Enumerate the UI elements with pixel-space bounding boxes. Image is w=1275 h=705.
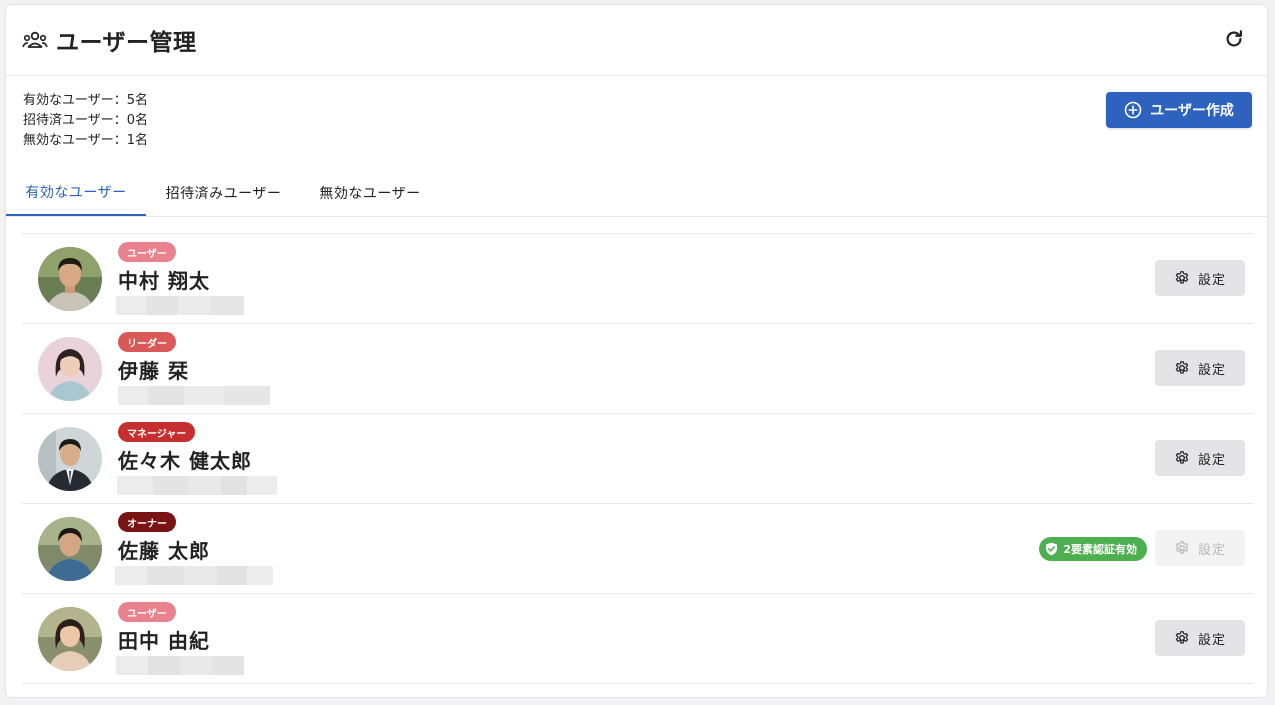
- gear-icon: [1175, 451, 1189, 464]
- avatar: [38, 607, 102, 671]
- role-badge: マネージャー: [118, 422, 196, 442]
- user-list: ユーザー 中村 翔太 設定 リーダー 伊藤 栞 設定 マネージャー 佐々木 健太…: [22, 233, 1253, 684]
- email-redacted: [117, 476, 277, 495]
- avatar: [38, 247, 102, 311]
- settings-button: 設定: [1155, 530, 1245, 566]
- email-redacted: [116, 656, 244, 675]
- user-name: 中村 翔太: [118, 269, 210, 293]
- user-row: オーナー 佐藤 太郎 2要素認証有効 設定: [22, 504, 1253, 594]
- user-name: 田中 由紀: [118, 629, 210, 653]
- settings-button[interactable]: 設定: [1155, 260, 1245, 296]
- invited-user-count: 招待済ユーザー：0名: [23, 113, 149, 128]
- tab-inactive-users[interactable]: 無効なユーザー: [301, 170, 439, 216]
- gear-icon: [1175, 361, 1189, 374]
- page-title: ユーザー管理: [56, 30, 197, 56]
- avatar: [38, 427, 102, 491]
- user-name: 伊藤 栞: [118, 359, 189, 383]
- group-icon: [22, 31, 48, 48]
- settings-button[interactable]: 設定: [1155, 350, 1245, 386]
- settings-label: 設定: [1197, 452, 1226, 468]
- user-row: ユーザー 中村 翔太 設定: [22, 234, 1253, 324]
- refresh-icon[interactable]: [1223, 28, 1245, 50]
- settings-button[interactable]: 設定: [1155, 620, 1245, 656]
- settings-label: 設定: [1197, 542, 1226, 558]
- add-circle-icon: [1124, 101, 1142, 119]
- user-row: ユーザー 田中 由紀 設定: [22, 594, 1253, 684]
- gear-icon: [1175, 631, 1189, 644]
- inactive-user-count: 無効なユーザー：1名: [23, 133, 149, 148]
- settings-button[interactable]: 設定: [1155, 440, 1245, 476]
- gear-icon: [1175, 541, 1189, 554]
- role-badge: ユーザー: [118, 242, 176, 262]
- mfa-label: 2要素認証有効: [1063, 543, 1137, 556]
- user-stats: 有効なユーザー：5名 招待済ユーザー：0名 無効なユーザー：1名: [23, 91, 148, 151]
- user-tabs: 有効なユーザー 招待済みユーザー 無効なユーザー: [6, 170, 1267, 217]
- user-row: マネージャー 佐々木 健太郎 設定: [22, 414, 1253, 504]
- settings-label: 設定: [1197, 632, 1226, 648]
- avatar: [38, 337, 102, 401]
- tab-active-users[interactable]: 有効なユーザー: [6, 170, 146, 216]
- email-redacted: [118, 386, 270, 405]
- role-badge: オーナー: [118, 512, 176, 532]
- shield-check-icon: [1046, 542, 1058, 556]
- settings-label: 設定: [1197, 272, 1226, 288]
- create-user-button[interactable]: ユーザー作成: [1106, 92, 1252, 128]
- role-badge: リーダー: [118, 332, 176, 352]
- tab-invited-users[interactable]: 招待済みユーザー: [146, 170, 301, 216]
- settings-label: 設定: [1197, 362, 1226, 378]
- user-management-card: ユーザー管理 有効なユーザー：5名 招待済ユーザー：0名 無効なユーザー：1名 …: [5, 4, 1268, 698]
- role-badge: ユーザー: [118, 602, 176, 622]
- mfa-enabled-badge: 2要素認証有効: [1039, 537, 1147, 561]
- email-redacted: [115, 566, 273, 585]
- card-header: ユーザー管理: [6, 5, 1267, 76]
- user-name: 佐々木 健太郎: [118, 449, 252, 473]
- avatar: [38, 517, 102, 581]
- create-user-label: ユーザー作成: [1150, 103, 1234, 119]
- user-row: リーダー 伊藤 栞 設定: [22, 324, 1253, 414]
- active-user-count: 有効なユーザー：5名: [23, 93, 149, 108]
- gear-icon: [1175, 271, 1189, 284]
- email-redacted: [116, 296, 244, 315]
- user-name: 佐藤 太郎: [118, 539, 210, 563]
